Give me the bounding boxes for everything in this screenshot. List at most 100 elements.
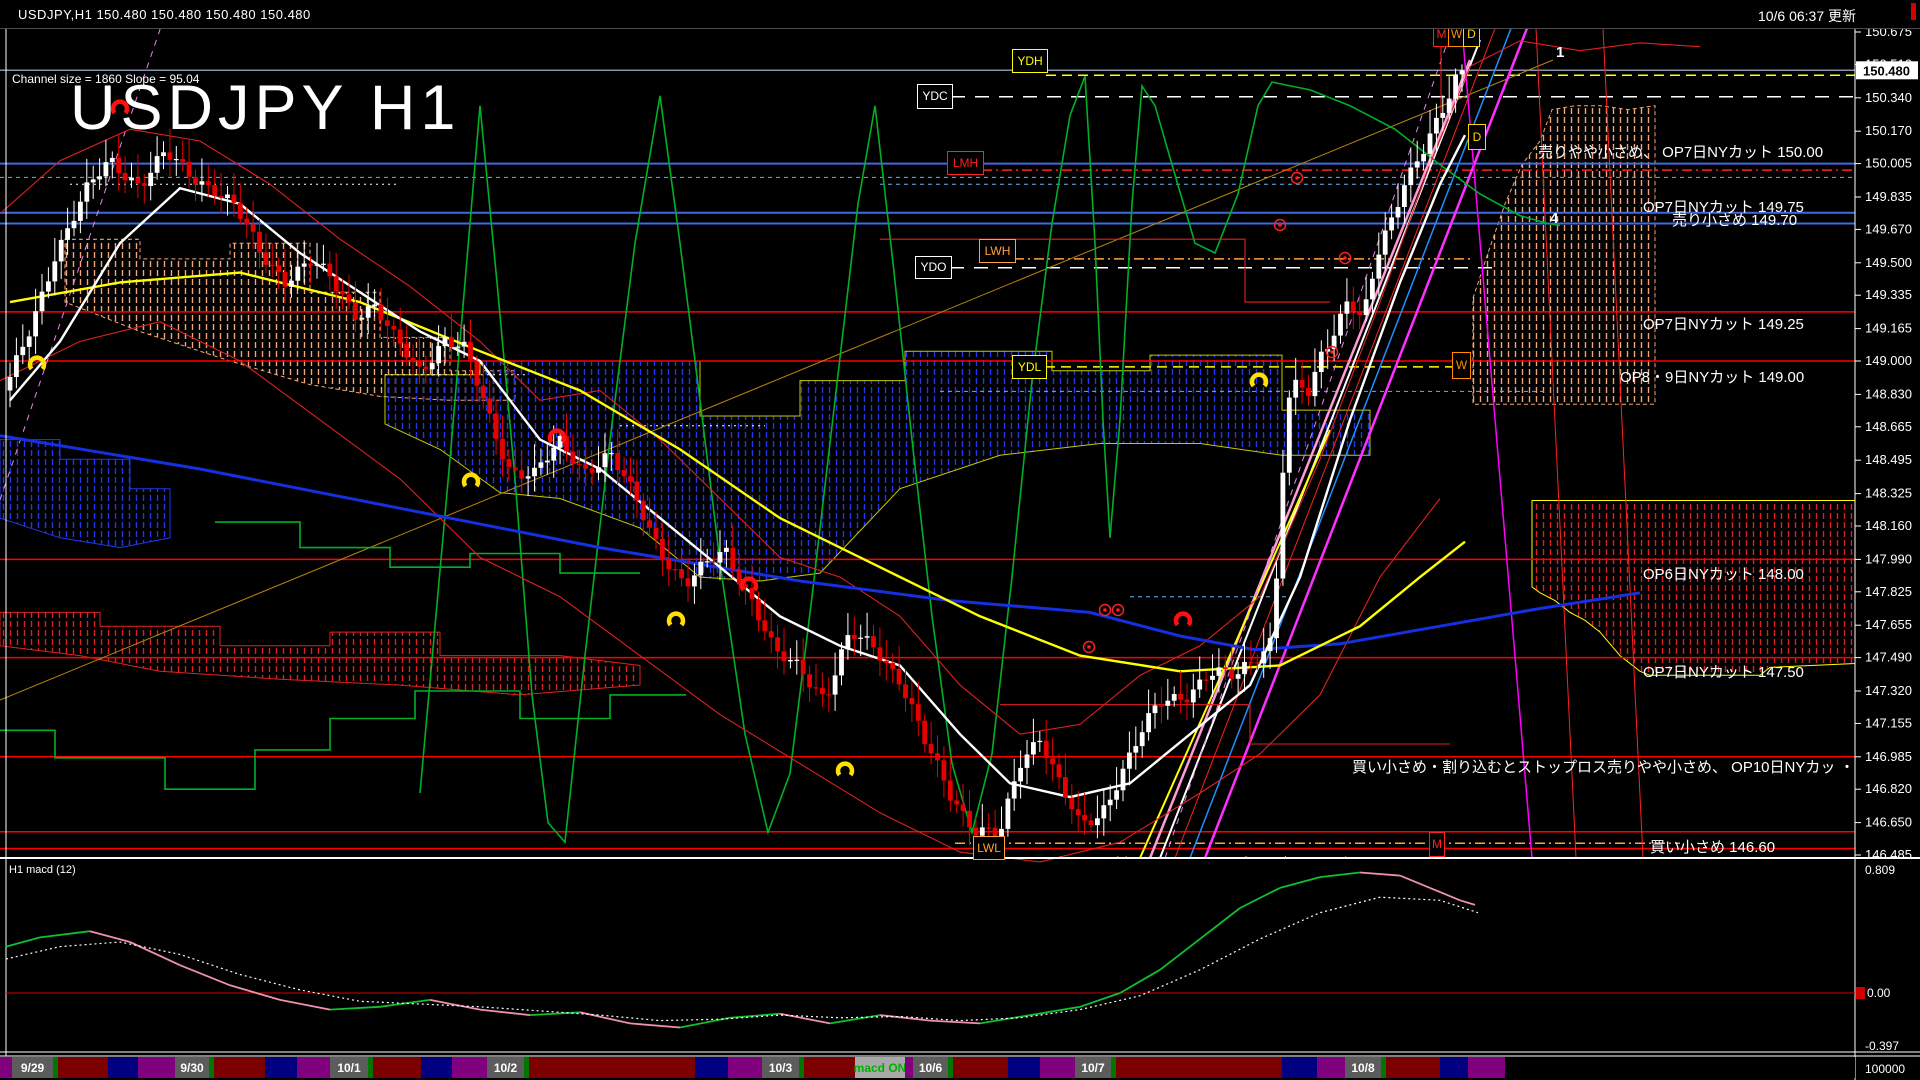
session-segment (1008, 1057, 1040, 1078)
session-segment (214, 1057, 265, 1078)
time-axis[interactable]: 9/299/3010/110/210/3macd ON10/610/710/8 (0, 1057, 1855, 1078)
time-axis-label: 10/8 (1351, 1061, 1375, 1075)
price-axis-label: 150.340 (1865, 90, 1912, 105)
level-label-box-ydc[interactable]: YDC (917, 84, 953, 109)
session-segment (1282, 1057, 1317, 1078)
update-timestamp: 10/6 06:37 更新 (1758, 6, 1856, 26)
macd-main-line (480, 1010, 530, 1016)
session-segment (421, 1057, 452, 1078)
session-segment (1440, 1057, 1468, 1078)
svg-text:0.00: 0.00 (1867, 986, 1891, 1000)
time-axis-label: 9/30 (180, 1061, 204, 1075)
session-segment (53, 1057, 58, 1078)
price-axis-label: 146.985 (1865, 749, 1912, 764)
macd-main-line (90, 931, 130, 942)
session-segment (265, 1057, 297, 1078)
price-axis-label: 147.155 (1865, 715, 1912, 730)
trend-line (1140, 430, 1330, 858)
macd-main-line (630, 1023, 680, 1027)
session-segment (953, 1057, 1008, 1078)
price-axis-label: 147.320 (1865, 683, 1912, 698)
level-label-box-ydo[interactable]: YDO (915, 256, 952, 279)
price-axis-label: 149.165 (1865, 321, 1912, 336)
session-segment (1386, 1057, 1440, 1078)
clipped-annotation-text: 買い小さめ・割り込むとストップロス売りやや小さめ、 OP6日NYカット ・・・ (1023, 853, 1783, 858)
session-segment (0, 1057, 12, 1078)
level-label-box-ydl[interactable]: YDL (1012, 355, 1047, 379)
macd-main-line (330, 1007, 380, 1010)
level-label-box-w[interactable]: W (1452, 352, 1471, 379)
op-annotation-text: 買い小さめ・割り込むとストップロス売りやや小さめ、 OP10日NYカッ ・ (1352, 756, 1855, 777)
red-indicator-line (1000, 705, 1450, 744)
level-label-box-m[interactable]: M (1429, 832, 1445, 857)
green-indicator-line (215, 522, 640, 573)
price-axis-label: 148.325 (1865, 486, 1912, 501)
op-annotation-text: 売り小さめ 149.70 (1672, 209, 1797, 230)
price-axis-label: 147.655 (1865, 617, 1912, 632)
time-axis-label: 10/1 (337, 1061, 361, 1075)
session-segment (297, 1057, 330, 1078)
op-annotation-text: OP7日NYカット 149.25 (1643, 313, 1804, 334)
session-segment (1116, 1057, 1282, 1078)
price-axis-label: 150.170 (1865, 123, 1912, 138)
green-indicator-line (0, 691, 686, 789)
op-annotation-text: OP8・9日NYカット 149.00 (1620, 366, 1804, 387)
macd-main-line (380, 1000, 430, 1007)
trend-line (1150, 60, 1470, 858)
session-segment (1317, 1057, 1345, 1078)
channel-info-text: Channel size = 1860 Slope = 95.04 (12, 72, 199, 86)
price-axis-label: 148.495 (1865, 452, 1912, 467)
session-segment (1381, 1057, 1386, 1078)
macd-main-line (130, 942, 180, 965)
price-axis-label: 148.665 (1865, 419, 1912, 434)
level-label-box-d[interactable]: D (1468, 124, 1486, 150)
symbol-quote-text: USDJPY,H1 150.480 150.480 150.480 150.48… (18, 7, 311, 22)
ichimoku-cloud (0, 612, 640, 695)
session-segment (529, 1057, 695, 1078)
level-label-box-lmh[interactable]: LMH (947, 151, 984, 175)
sell-signal-icon (1176, 614, 1190, 625)
macd-main-line (1160, 939, 1200, 970)
session-segment (948, 1057, 953, 1078)
level-label-box-lwl[interactable]: LWL (973, 836, 1005, 860)
session-segment (58, 1057, 108, 1078)
price-axis-label: 149.000 (1865, 353, 1912, 368)
price-axis-label: 148.160 (1865, 518, 1912, 533)
op-annotation-text: OP7日NYカット 147.50 (1643, 661, 1804, 682)
macd-main-line (40, 931, 90, 937)
level-label-box-lwh[interactable]: LWH (979, 239, 1016, 263)
top-bar: USDJPY,H1 150.480 150.480 150.480 150.48… (0, 0, 1920, 29)
price-axis[interactable]: 150.675150.510150.340150.170150.005149.8… (1855, 24, 1918, 862)
macd-main-line (930, 1021, 980, 1024)
price-axis-label: 149.335 (1865, 287, 1912, 302)
buy-signal-icon (464, 475, 478, 486)
time-axis-label: 10/6 (919, 1061, 943, 1075)
wave-count-label: 4 (1550, 210, 1558, 227)
trend-line (1462, 28, 1532, 858)
session-segment (524, 1057, 529, 1078)
price-axis-label: 148.830 (1865, 386, 1912, 401)
macd-main-line (1240, 888, 1280, 908)
session-segment (695, 1057, 728, 1078)
price-axis-label: 147.990 (1865, 551, 1912, 566)
ichimoku-cloud (0, 440, 170, 548)
price-axis-label: 146.820 (1865, 781, 1912, 796)
session-segment (1468, 1057, 1505, 1078)
session-segment (1040, 1057, 1075, 1078)
buy-signal-icon (838, 764, 852, 775)
ichimoku-cloud (385, 351, 1370, 581)
wave-count-label: 1 (1556, 44, 1564, 61)
session-segment (804, 1057, 855, 1078)
session-segment (799, 1057, 804, 1078)
price-axis-label: 147.490 (1865, 650, 1912, 665)
macd-main-line (1360, 873, 1400, 876)
time-axis-label: 9/29 (21, 1061, 45, 1075)
svg-text:-0.397: -0.397 (1865, 1039, 1899, 1053)
price-axis-label: 149.500 (1865, 255, 1912, 270)
svg-text:0.809: 0.809 (1865, 863, 1895, 877)
macd-axis: 0.8090.00-0.397100000 (1856, 863, 1905, 1076)
buy-signal-icon (669, 614, 683, 625)
level-label-box-ydh[interactable]: YDH (1012, 49, 1048, 73)
session-segment (209, 1057, 214, 1078)
macd-main-line (830, 1015, 880, 1023)
